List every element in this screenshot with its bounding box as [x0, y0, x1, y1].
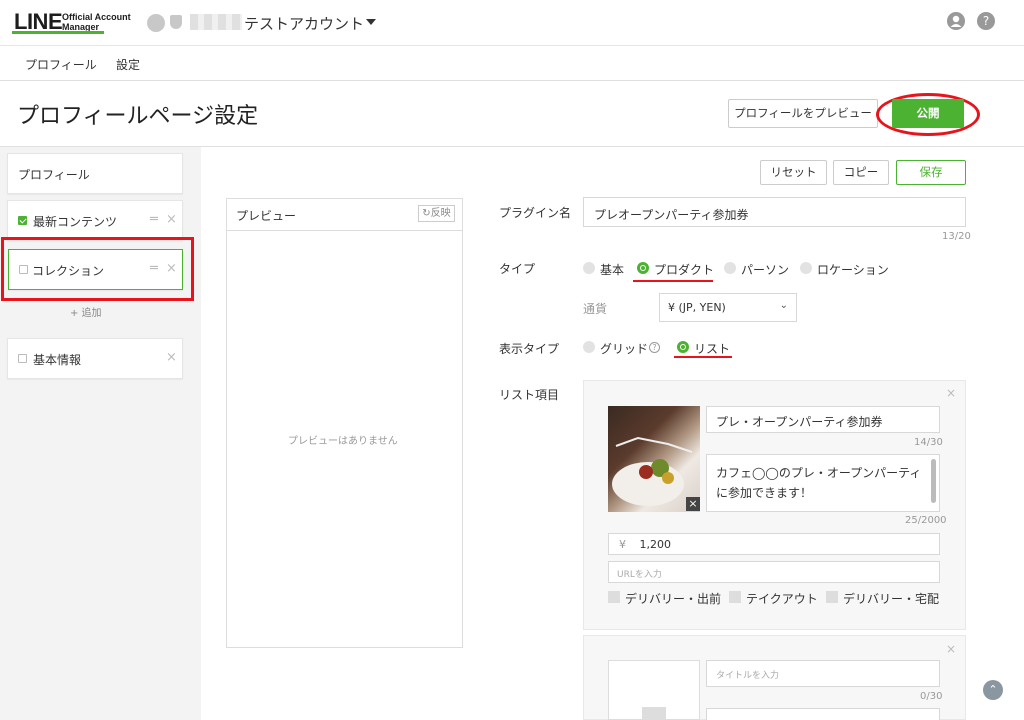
item-description-input[interactable] — [706, 708, 940, 720]
display-radio-list[interactable] — [677, 341, 689, 353]
sidebar-item-collection[interactable]: コレクション ═ × — [8, 249, 183, 290]
sidebar-item-label: 最新コンテンツ — [33, 215, 118, 229]
url-input[interactable]: URLを入力 — [608, 561, 940, 583]
price-value: 1,200 — [639, 538, 672, 551]
refresh-preview-button[interactable]: ↻反映 — [418, 205, 455, 222]
tab-settings[interactable]: 設定 — [116, 56, 140, 73]
price-input[interactable]: ¥ 1,200 — [608, 533, 940, 555]
shield-icon — [170, 15, 182, 29]
close-icon[interactable]: × — [166, 261, 177, 276]
currency-symbol: ¥ — [619, 538, 626, 551]
display-option-grid: グリッド — [600, 342, 649, 356]
type-option-person: パーソン — [741, 263, 790, 277]
sidebar-item-label: コレクション — [32, 264, 105, 278]
item-description-line1: カフェ◯◯のプレ・オープンパーティ — [716, 466, 922, 480]
preview-empty-text: プレビューはありません — [288, 436, 398, 447]
basic-info-checkbox[interactable] — [18, 354, 27, 363]
home-delivery-checkbox[interactable] — [826, 591, 838, 603]
copy-button[interactable]: コピー — [833, 160, 889, 185]
list-items-label: リスト項目 — [499, 388, 560, 402]
takeout-checkbox[interactable] — [729, 591, 741, 603]
plugin-name-input[interactable]: プレオープンパーティ参加券 — [583, 197, 966, 227]
type-radio-basic[interactable] — [583, 262, 595, 274]
currency-value: ¥ (JP, YEN) — [668, 301, 726, 314]
display-radio-grid[interactable] — [583, 341, 595, 353]
publish-button[interactable]: 公開 — [892, 99, 964, 128]
sidebar-item-basic-info[interactable]: 基本情報 × — [7, 338, 183, 379]
type-option-location: ロケーション — [817, 263, 889, 277]
type-option-basic: 基本 — [600, 263, 625, 277]
plugin-name-count: 13/20 — [942, 231, 971, 242]
list-underline — [674, 356, 732, 358]
sidebar-item-label: 基本情報 — [33, 353, 82, 367]
delivery-option-label: デリバリー・出前 — [625, 592, 722, 606]
item-title-input[interactable]: プレ・オープンパーティ参加券 — [706, 406, 940, 433]
refresh-preview-label: 反映 — [430, 208, 451, 219]
currency-select[interactable]: ¥ (JP, YEN) ⌄ — [659, 293, 797, 322]
drag-handle-icon[interactable]: ═ — [150, 212, 158, 227]
chevron-down-icon: ⌄ — [779, 300, 788, 311]
close-icon[interactable]: × — [166, 212, 177, 227]
refresh-icon: ↻ — [422, 208, 431, 219]
preview-profile-button[interactable]: プロフィールをプレビュー — [728, 99, 878, 128]
type-radio-location[interactable] — [800, 262, 812, 274]
active-tab-indicator — [12, 31, 104, 34]
remove-image-icon[interactable]: × — [686, 497, 700, 511]
close-icon[interactable]: × — [946, 386, 956, 400]
type-option-product: プロダクト — [654, 263, 715, 277]
scroll-top-icon[interactable]: ⌃ — [983, 680, 1003, 700]
currency-label: 通貨 — [583, 302, 608, 316]
type-radio-product[interactable] — [637, 262, 649, 274]
collection-checkbox[interactable] — [19, 265, 28, 274]
page-title: プロフィールページ設定 — [17, 104, 259, 129]
item-description-count: 25/2000 — [905, 515, 947, 526]
user-icon[interactable] — [947, 12, 965, 30]
sidebar-item-latest-content[interactable]: 最新コンテンツ ═ × — [7, 200, 183, 241]
type-radio-person[interactable] — [724, 262, 736, 274]
item-title-count: 14/30 — [914, 437, 943, 448]
help-icon[interactable]: ? — [649, 342, 660, 353]
logo-subtitle: Official Account Manager — [62, 12, 131, 32]
reset-button[interactable]: リセット — [760, 160, 827, 185]
close-icon[interactable]: × — [166, 350, 177, 365]
drag-handle-icon[interactable]: ═ — [150, 261, 158, 276]
item-description-input[interactable]: カフェ◯◯のプレ・オープンパーティ に参加できます！ — [706, 454, 940, 512]
logo-subtitle-line1: Official Account — [62, 12, 131, 22]
item-title-count: 0/30 — [920, 691, 943, 702]
item-description-line2: に参加できます！ — [716, 486, 813, 500]
product-underline — [633, 280, 713, 282]
delivery-checkbox[interactable] — [608, 591, 620, 603]
chevron-down-icon[interactable] — [366, 19, 376, 25]
help-icon[interactable]: ? — [977, 12, 995, 30]
tab-profile[interactable]: プロフィール — [25, 56, 97, 73]
sidebar-item-label: プロフィール — [18, 168, 90, 182]
account-id-blurred — [190, 14, 242, 30]
item-title-input[interactable]: タイトルを入力 — [706, 660, 940, 687]
home-delivery-option-label: デリバリー・宅配 — [843, 592, 940, 606]
save-button[interactable]: 保存 — [896, 160, 966, 185]
account-name[interactable]: テストアカウント — [244, 13, 364, 34]
account-avatar-icon — [147, 14, 165, 32]
sidebar-item-profile[interactable]: プロフィール — [7, 153, 183, 194]
scrollbar[interactable] — [931, 459, 936, 503]
preview-title: プレビュー — [236, 209, 297, 223]
latest-content-checkbox[interactable] — [18, 216, 27, 225]
image-icon — [642, 707, 666, 720]
takeout-option-label: テイクアウト — [746, 592, 818, 606]
preview-panel — [226, 198, 463, 648]
add-plugin-button[interactable]: + 追加 — [70, 304, 102, 319]
close-icon[interactable]: × — [946, 642, 956, 656]
plugin-name-label: プラグイン名 — [499, 206, 572, 220]
display-option-list: リスト — [694, 342, 731, 356]
type-label: タイプ — [499, 262, 536, 276]
image-upload-placeholder[interactable] — [608, 660, 700, 720]
tab-bar — [0, 46, 1024, 81]
display-type-label: 表示タイプ — [499, 342, 560, 356]
